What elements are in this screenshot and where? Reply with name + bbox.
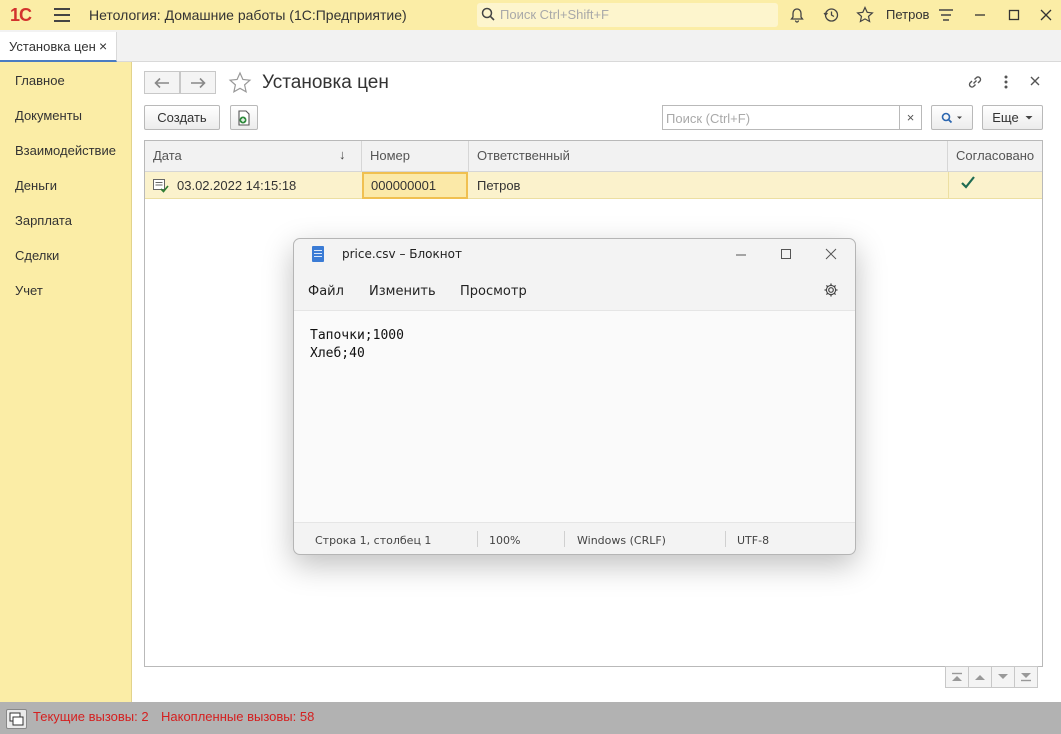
cell-date-value: 03.02.2022 14:15:18 xyxy=(177,178,297,193)
search-button[interactable] xyxy=(931,105,973,130)
notepad-cursor-position: Строка 1, столбец 1 xyxy=(315,534,432,547)
notepad-encoding: UTF-8 xyxy=(737,534,770,547)
more-button[interactable]: Еще xyxy=(982,105,1043,130)
checkmark-icon xyxy=(961,176,975,189)
tab-close-icon[interactable]: × xyxy=(99,38,107,54)
copy-button[interactable] xyxy=(230,105,258,130)
column-header-approved[interactable]: Согласовано xyxy=(948,141,1042,172)
search-placeholder: Поиск (Ctrl+F) xyxy=(666,111,751,126)
close-icon[interactable] xyxy=(1036,5,1056,25)
column-header-date-label: Дата xyxy=(153,148,182,163)
cell-date: 03.02.2022 14:15:18 xyxy=(145,172,362,199)
tab-label: Установка цен xyxy=(9,39,96,54)
sidebar-item-money[interactable]: Деньги xyxy=(15,178,57,193)
star-icon[interactable] xyxy=(855,5,875,25)
history-icon[interactable] xyxy=(821,5,841,25)
notepad-menu-file[interactable]: Файл xyxy=(308,284,344,299)
scroll-bottom-button[interactable] xyxy=(1014,666,1038,688)
notepad-icon xyxy=(312,246,324,262)
global-search-input[interactable]: Поиск Ctrl+Shift+F xyxy=(477,3,778,27)
notepad-text-area[interactable]: Тапочки;1000 Хлеб;40 xyxy=(294,310,855,523)
scroll-last-icon xyxy=(1021,673,1031,682)
link-icon[interactable] xyxy=(966,73,984,91)
chevron-down-icon xyxy=(1025,115,1033,119)
arrow-right-icon xyxy=(191,77,206,88)
settings-menu-icon[interactable] xyxy=(936,5,956,25)
bell-icon[interactable] xyxy=(787,5,807,25)
windows-icon[interactable] xyxy=(6,709,27,729)
global-search-placeholder: Поиск Ctrl+Shift+F xyxy=(500,7,609,22)
sidebar-item-interaction[interactable]: Взаимодействие xyxy=(15,143,116,158)
notepad-minimize-icon[interactable] xyxy=(735,245,747,264)
search-icon xyxy=(481,7,495,21)
add-document-icon xyxy=(238,109,250,126)
close-form-icon[interactable] xyxy=(1029,75,1041,87)
sidebar-item-salary[interactable]: Зарплата xyxy=(15,213,72,228)
cell-responsible: Петров xyxy=(477,178,521,193)
app-titlebar: 1С Нетология: Домашние работы (1С:Предпр… xyxy=(0,0,1061,30)
column-header-date[interactable]: Дата ↓ xyxy=(145,141,362,172)
create-button[interactable]: Создать xyxy=(144,105,220,130)
open-windows-bar: Установка цен × xyxy=(0,30,1061,62)
search-clear-button[interactable]: × xyxy=(899,105,922,130)
sort-desc-icon: ↓ xyxy=(339,147,346,162)
notepad-maximize-icon[interactable] xyxy=(780,245,792,264)
scroll-up-icon xyxy=(975,675,985,680)
search-icon xyxy=(941,112,962,123)
notepad-title: price.csv – Блокнот xyxy=(342,247,462,261)
sidebar-item-accounting[interactable]: Учет xyxy=(15,283,43,298)
maximize-icon[interactable] xyxy=(1004,5,1024,25)
sidebar-item-documents[interactable]: Документы xyxy=(15,108,82,123)
column-header-number[interactable]: Номер xyxy=(362,141,469,172)
current-calls: Текущие вызовы: 2 xyxy=(33,709,149,724)
notepad-line-endings: Windows (CRLF) xyxy=(577,534,666,547)
posted-document-icon xyxy=(153,179,169,193)
accumulated-calls: Накопленные вызовы: 58 xyxy=(161,709,315,724)
scroll-top-button[interactable] xyxy=(945,666,969,688)
back-button[interactable] xyxy=(144,71,180,94)
cell-approved xyxy=(948,172,1042,199)
page-title: Установка цен xyxy=(262,72,389,93)
scroll-down-icon xyxy=(998,674,1008,679)
more-label: Еще xyxy=(992,110,1019,125)
sidebar-item-deals[interactable]: Сделки xyxy=(15,248,59,263)
search-input[interactable]: Поиск (Ctrl+F) xyxy=(662,105,901,130)
arrow-left-icon xyxy=(154,77,169,88)
minimize-icon[interactable] xyxy=(970,5,990,25)
scroll-first-icon xyxy=(952,672,962,681)
notepad-menu-edit[interactable]: Изменить xyxy=(369,284,436,299)
table-header: Дата ↓ Номер Ответственный Согласовано xyxy=(145,141,1042,172)
column-header-responsible[interactable]: Ответственный xyxy=(469,141,948,172)
notepad-menu-view[interactable]: Просмотр xyxy=(460,284,527,299)
scroll-down-button[interactable] xyxy=(991,666,1015,688)
menu-icon[interactable] xyxy=(54,8,70,22)
sidebar-item-main[interactable]: Главное xyxy=(15,73,65,88)
notepad-window[interactable]: price.csv – Блокнот Файл Изменить Просмо… xyxy=(293,238,856,555)
notepad-zoom: 100% xyxy=(489,534,521,547)
table-row[interactable]: 03.02.2022 14:15:18 000000001 Петров xyxy=(145,172,1042,199)
gear-icon[interactable] xyxy=(823,282,839,302)
more-vertical-icon[interactable] xyxy=(998,73,1014,91)
tab-price-setting[interactable]: Установка цен × xyxy=(0,32,117,62)
forward-button[interactable] xyxy=(180,71,216,94)
scroll-up-button[interactable] xyxy=(968,666,992,688)
notepad-close-icon[interactable] xyxy=(825,245,837,264)
favorite-star-icon[interactable] xyxy=(228,71,252,95)
cell-number[interactable]: 000000001 xyxy=(362,172,468,199)
user-name[interactable]: Петров xyxy=(886,7,929,22)
status-bar: Текущие вызовы: 2 Накопленные вызовы: 58 xyxy=(0,702,1061,734)
1c-logo[interactable]: 1С xyxy=(10,5,32,26)
app-title: Нетология: Домашние работы (1С:Предприят… xyxy=(89,7,407,23)
sections-panel: Главное Документы Взаимодействие Деньги … xyxy=(0,62,132,702)
table-scroll-controls xyxy=(945,666,1038,688)
